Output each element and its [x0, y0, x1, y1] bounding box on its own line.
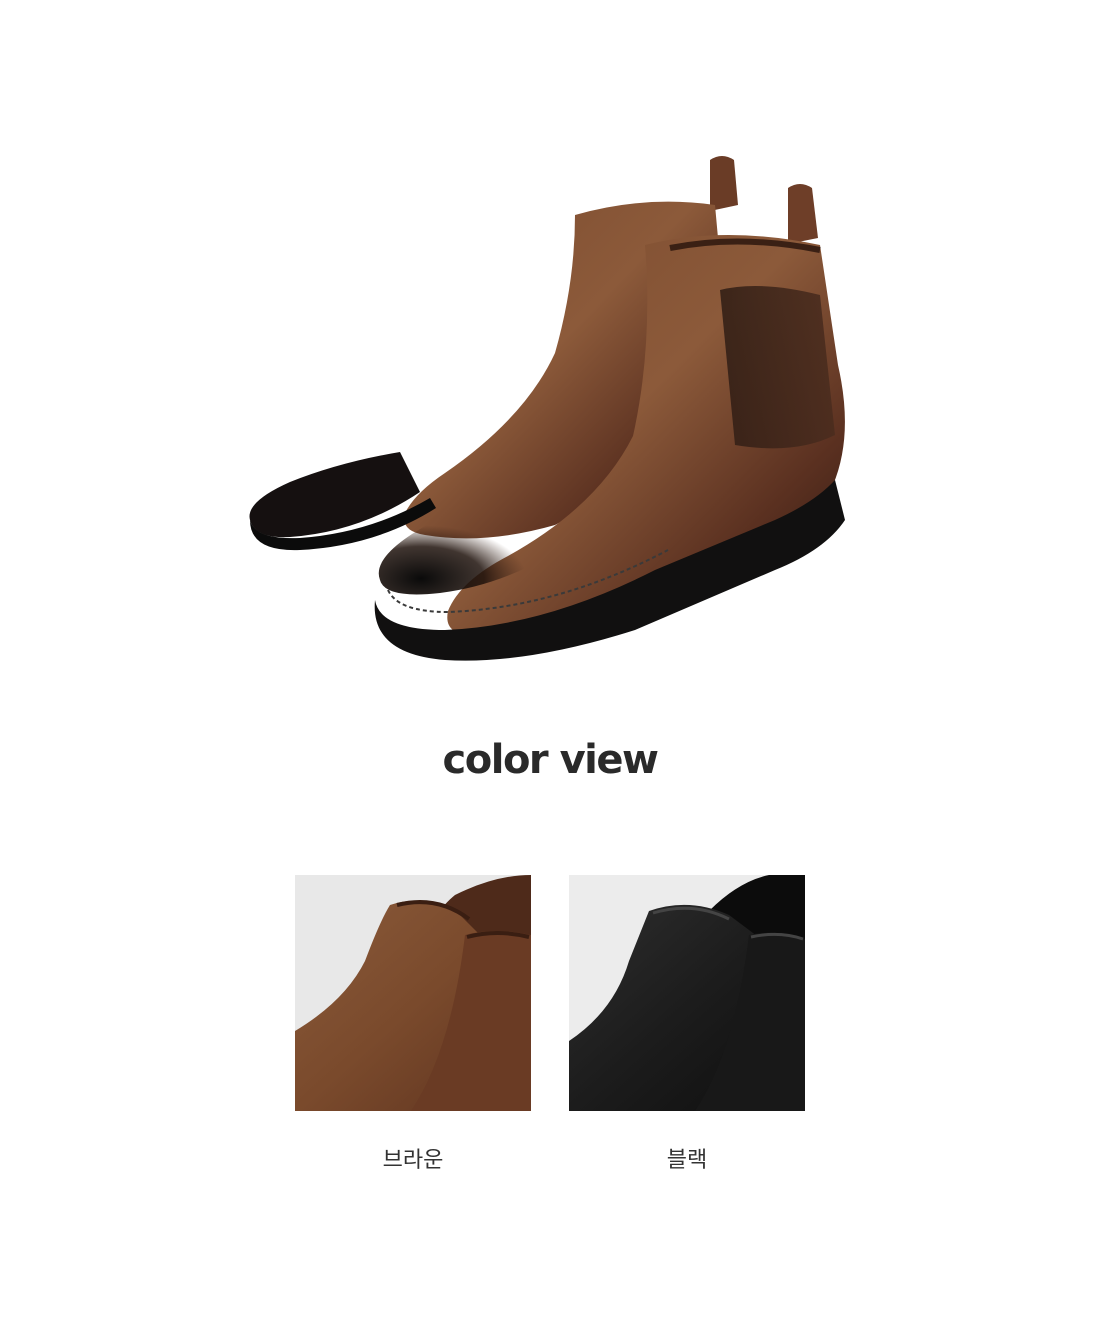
- color-swatch-black[interactable]: [569, 875, 805, 1111]
- color-label-black: 블랙: [666, 1148, 708, 1173]
- hero-product-image: [220, 130, 880, 670]
- color-label-brown: 브라운: [382, 1148, 444, 1173]
- section-title: color view: [442, 737, 659, 783]
- color-swatch-brown[interactable]: [295, 875, 531, 1111]
